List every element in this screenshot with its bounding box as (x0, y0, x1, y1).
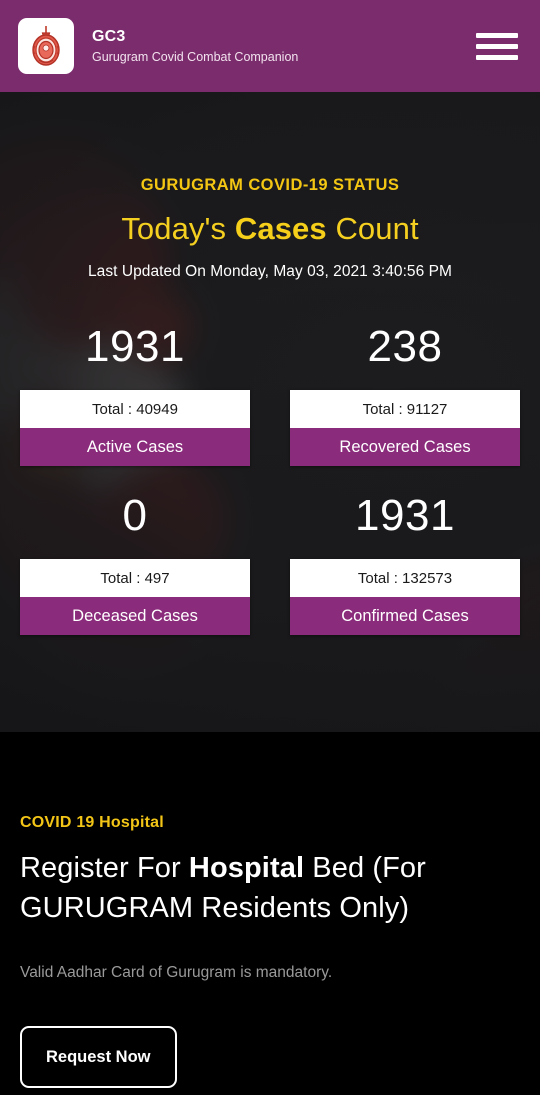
promo-note: Valid Aadhar Card of Gurugram is mandato… (20, 964, 333, 982)
stat-active-cases: 1931 Total : 40949 Active Cases (20, 325, 250, 466)
stat-deceased-cases: 0 Total : 497 Deceased Cases (20, 494, 250, 635)
stat-label: Recovered Cases (290, 428, 520, 466)
brand-block: GC3 Gurugram Covid Combat Companion (92, 27, 298, 65)
stat-card[interactable]: Total : 132573 Confirmed Cases (290, 559, 520, 635)
promo-heading: Register For Hospital Bed (For GURUGRAM … (20, 848, 520, 928)
hamburger-menu-icon[interactable] (476, 29, 518, 63)
app-subtitle: Gurugram Covid Combat Companion (92, 50, 299, 64)
covid-status-section: GURUGRAM COVID-19 STATUS Today's Cases C… (0, 92, 540, 732)
app-title: GC3 (92, 28, 126, 45)
stat-label: Active Cases (20, 428, 250, 466)
stat-today-count: 1931 (355, 491, 455, 540)
hamburger-bar (476, 43, 518, 49)
stat-total: Total : 91127 (290, 390, 520, 428)
hamburger-bar (476, 54, 518, 60)
hero-heading-part2: Count (326, 211, 419, 246)
promo-heading-part1: Register For (20, 852, 189, 884)
stats-row: 1931 Total : 40949 Active Cases 238 Tota… (0, 325, 540, 466)
status-kicker: GURUGRAM COVID-19 STATUS (140, 176, 400, 194)
stat-today-count: 238 (367, 322, 443, 371)
stat-today-count: 1931 (85, 322, 185, 371)
stat-card[interactable]: Total : 91127 Recovered Cases (290, 390, 520, 466)
stat-label: Deceased Cases (20, 597, 250, 635)
stat-total: Total : 132573 (290, 559, 520, 597)
app-logo[interactable] (18, 18, 74, 74)
hero-content: GURUGRAM COVID-19 STATUS Today's Cases C… (0, 92, 540, 635)
stat-confirmed-cases: 1931 Total : 132573 Confirmed Cases (290, 494, 520, 635)
hero-heading-part1: Today's (121, 211, 235, 246)
hamburger-bar (476, 32, 518, 38)
app-root: GC3 Gurugram Covid Combat Companion GURU (0, 0, 540, 1095)
stat-total: Total : 40949 (20, 390, 250, 428)
stat-total: Total : 497 (20, 559, 250, 597)
last-updated-text: Last Updated On Monday, May 03, 2021 3:4… (88, 263, 452, 280)
promo-kicker: COVID 19 Hospital (20, 814, 164, 831)
stat-card[interactable]: Total : 40949 Active Cases (20, 390, 250, 466)
hospital-bed-section: COVID 19 Hospital Register For Hospital … (0, 732, 540, 1089)
promo-heading-bold: Hospital (188, 852, 305, 884)
stats-row: 0 Total : 497 Deceased Cases 1931 Total … (0, 494, 540, 635)
stats-grid: 1931 Total : 40949 Active Cases 238 Tota… (0, 325, 540, 635)
hero-heading: Today's Cases Count (0, 211, 540, 247)
haryana-government-emblem-icon (32, 26, 60, 66)
hero-heading-bold: Cases (234, 211, 327, 246)
stat-label: Confirmed Cases (290, 597, 520, 635)
stat-recovered-cases: 238 Total : 91127 Recovered Cases (290, 325, 520, 466)
stat-today-count: 0 (122, 491, 148, 540)
app-header: GC3 Gurugram Covid Combat Companion (0, 0, 540, 92)
request-now-button[interactable]: Request Now (20, 1026, 177, 1089)
stat-card[interactable]: Total : 497 Deceased Cases (20, 559, 250, 635)
